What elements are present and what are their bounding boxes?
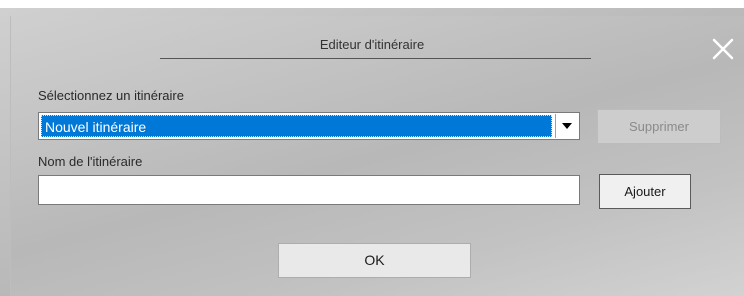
delete-button[interactable]: Supprimer [597, 109, 721, 144]
ok-button[interactable]: OK [278, 243, 471, 278]
close-icon[interactable] [709, 35, 737, 63]
route-select[interactable]: Nouvel itinéraire [38, 112, 580, 140]
route-name-input[interactable] [38, 175, 580, 205]
route-select-label: Sélectionnez un itinéraire [38, 88, 184, 103]
dialog-title: Editeur d'itinéraire [319, 37, 425, 52]
route-name-label: Nom de l'itinéraire [38, 154, 143, 169]
chevron-down-icon[interactable] [555, 114, 578, 138]
route-editor-dialog: Editeur d'itinéraire Sélectionnez un iti… [0, 0, 744, 296]
route-select-value[interactable]: Nouvel itinéraire [41, 115, 552, 137]
add-button[interactable]: Ajouter [599, 174, 691, 209]
title-divider [160, 58, 591, 59]
